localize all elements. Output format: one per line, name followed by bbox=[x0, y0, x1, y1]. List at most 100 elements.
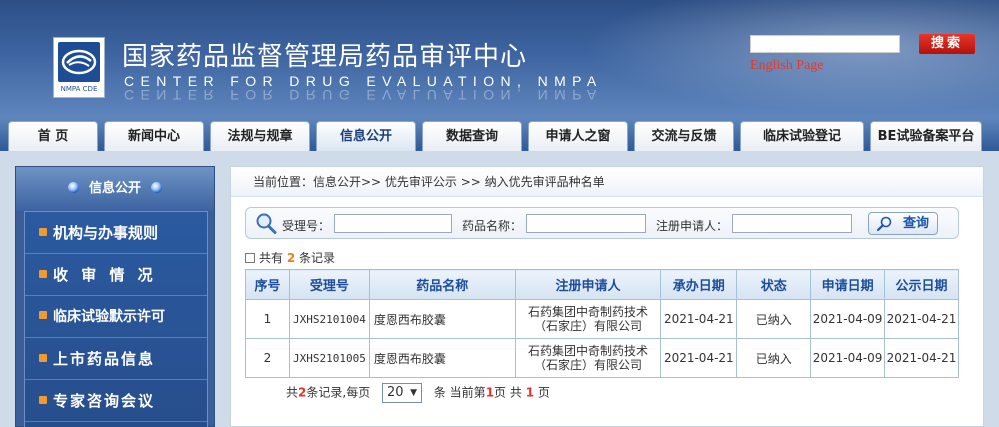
pager-page-mid: 页 共 bbox=[494, 385, 522, 400]
nav-tab-home[interactable]: 首 页 bbox=[8, 121, 98, 151]
site-header: NMPA CDE 国家药品监督管理局药品审评中心 CENTER FOR DRUG… bbox=[0, 0, 999, 118]
applicant-line: （石家庄）有限公司 bbox=[533, 319, 642, 333]
pagination: 共2条记录,每页 20 ▼ 条 当前第1页 共 1 页 bbox=[286, 383, 550, 403]
pager-page-prefix: 条 当前第 bbox=[433, 385, 486, 400]
chevron-down-icon: ▼ bbox=[410, 388, 418, 398]
site-subtitle-reflection: CENTER FOR DRUG EVALUATION, NMPA bbox=[124, 87, 603, 103]
applicant-name: 石药集团中奇制药技术 （石家庄）有限公司 bbox=[514, 299, 662, 339]
logo-emblem-icon bbox=[58, 42, 100, 82]
nav-tab-be-trial-platform[interactable]: BE试验备案平台 bbox=[870, 121, 982, 151]
count-suffix: 条记录 bbox=[299, 251, 336, 265]
row-number: 1 bbox=[245, 299, 290, 339]
accept-number: JXHS2101004 bbox=[288, 299, 370, 339]
search-icon bbox=[876, 216, 892, 232]
column-header: 申请日期 bbox=[810, 269, 886, 300]
sidebar-item-label: 上市药品信息 bbox=[53, 350, 156, 368]
sidebar-item-label: 临床试验默示许可 bbox=[53, 309, 165, 325]
sidebar-item-acceptance-status[interactable]: 收 审 情 况 bbox=[25, 254, 207, 296]
sidebar-item-clinical-trial-permit[interactable]: 临床试验默示许可 bbox=[25, 296, 207, 338]
table-header-row: 序号 受理号 药品名称 注册申请人 承办日期 状态 申请日期 公示日期 bbox=[245, 269, 959, 300]
query-button-label: 查询 bbox=[902, 216, 929, 231]
applicant-input[interactable] bbox=[732, 214, 852, 233]
column-header: 状态 bbox=[736, 269, 812, 300]
column-header: 受理号 bbox=[288, 269, 370, 300]
nav-tab-news[interactable]: 新闻中心 bbox=[104, 121, 204, 151]
drug-name-link[interactable]: 度恩西布胶囊 bbox=[368, 299, 516, 339]
publish-date: 2021-04-21 bbox=[884, 338, 959, 378]
nav-tab-applicant-window[interactable]: 申请人之窗 bbox=[528, 121, 628, 151]
applicant-line: 石药集团中奇制药技术 bbox=[527, 305, 648, 319]
drug-name-label: 药品名称： bbox=[462, 219, 523, 233]
square-bullet-icon bbox=[39, 228, 47, 236]
square-bullet-icon bbox=[39, 270, 47, 278]
column-header: 药品名称 bbox=[368, 269, 516, 300]
nav-tab-regulations[interactable]: 法规与规章 bbox=[210, 121, 310, 151]
nav-tab-info-disclosure[interactable]: 信息公开 bbox=[316, 121, 416, 151]
sidebar-item-institutions[interactable]: 机构与办事规则 bbox=[25, 212, 207, 254]
handle-date: 2021-04-21 bbox=[660, 338, 738, 378]
drug-name-link[interactable]: 度恩西布胶囊 bbox=[368, 338, 516, 378]
status: 已纳入 bbox=[736, 338, 812, 378]
table-row[interactable]: 2 JXHS2101005 度恩西布胶囊 石药集团中奇制药技术 （石家庄）有限公司… bbox=[245, 338, 959, 378]
main-nav: 首 页 新闻中心 法规与规章 信息公开 数据查询 申请人之窗 交流与反馈 临床试… bbox=[0, 118, 999, 151]
status: 已纳入 bbox=[736, 299, 812, 339]
handle-date: 2021-04-21 bbox=[660, 299, 738, 339]
sidebar-heading-label: 信息公开 bbox=[88, 181, 141, 196]
query-button[interactable]: 查询 bbox=[868, 212, 938, 235]
page-size-select[interactable]: 20 ▼ bbox=[382, 383, 423, 403]
column-header: 公示日期 bbox=[884, 269, 959, 300]
column-header: 承办日期 bbox=[660, 269, 738, 300]
sidebar-item-label: 机构与办事规则 bbox=[53, 224, 159, 242]
main-content: 当前位置：信息公开>> 优先审评公示 >> 纳入优先审评品种名单 受理号： 药品… bbox=[230, 166, 984, 427]
logo-tag: NMPA CDE bbox=[60, 85, 98, 93]
nmpa-logo[interactable]: NMPA CDE bbox=[53, 37, 105, 98]
column-header: 注册申请人 bbox=[514, 269, 662, 300]
column-header: 序号 bbox=[245, 269, 290, 300]
sidebar-item-label: 收 审 情 况 bbox=[53, 266, 157, 284]
applicant-line: （石家庄）有限公司 bbox=[533, 358, 642, 372]
pager-total-prefix: 共 bbox=[286, 385, 299, 400]
breadcrumb: 当前位置：信息公开>> 优先审评公示 >> 纳入优先审评品种名单 bbox=[231, 167, 983, 197]
square-bullet-icon bbox=[39, 311, 47, 319]
list-icon bbox=[245, 253, 255, 263]
sidebar-menu: 机构与办事规则 收 审 情 况 临床试验默示许可 上市药品信息 专家咨询会议 bbox=[24, 211, 208, 427]
pager-current-page: 1 bbox=[485, 385, 495, 400]
apply-date: 2021-04-09 bbox=[810, 338, 886, 378]
search-panel: 受理号： 药品名称： 注册申请人： 查询 bbox=[245, 207, 959, 239]
accept-number: JXHS2101005 bbox=[288, 338, 370, 378]
table-row[interactable]: 1 JXHS2101004 度恩西布胶囊 石药集团中奇制药技术 （石家庄）有限公司… bbox=[245, 299, 959, 339]
record-count: 共有 2 条记录 bbox=[245, 249, 335, 266]
english-page-link[interactable]: English Page bbox=[750, 58, 824, 74]
bullet-dot-icon bbox=[67, 182, 79, 193]
nav-tab-feedback[interactable]: 交流与反馈 bbox=[634, 121, 734, 151]
results-table: 序号 受理号 药品名称 注册申请人 承办日期 状态 申请日期 公示日期 1 JX… bbox=[245, 269, 959, 378]
accept-number-input[interactable] bbox=[334, 214, 452, 233]
sidebar-item-label: 专家咨询会议 bbox=[53, 392, 156, 410]
applicant-line: 石药集团中奇制药技术 bbox=[527, 344, 648, 358]
sidebar-item-expert-meetings[interactable]: 专家咨询会议 bbox=[25, 380, 207, 422]
pager-page-suffix: 页 bbox=[537, 385, 550, 400]
magnifier-icon bbox=[256, 213, 277, 234]
square-bullet-icon bbox=[39, 396, 47, 404]
drug-name-input[interactable] bbox=[526, 214, 646, 233]
pager-total-suffix: 条记录,每页 bbox=[306, 385, 371, 400]
pager-total-pages: 1 bbox=[525, 385, 535, 400]
page-size-value: 20 bbox=[387, 385, 404, 400]
site-search-button[interactable]: 搜索 bbox=[919, 34, 975, 54]
count-prefix: 共有 bbox=[259, 251, 284, 265]
site-search-input[interactable] bbox=[750, 35, 900, 53]
sidebar-item-marketed-drugs[interactable]: 上市药品信息 bbox=[25, 338, 207, 380]
publish-date: 2021-04-21 bbox=[884, 299, 959, 339]
row-number: 2 bbox=[245, 338, 290, 378]
square-bullet-icon bbox=[39, 354, 47, 362]
nav-tab-data-query[interactable]: 数据查询 bbox=[422, 121, 522, 151]
sidebar: 信息公开 机构与办事规则 收 审 情 况 临床试验默示许可 上市药品信息 专家咨… bbox=[15, 166, 215, 427]
sidebar-heading: 信息公开 bbox=[16, 167, 214, 211]
bullet-dot-icon bbox=[151, 182, 162, 193]
applicant-name: 石药集团中奇制药技术 （石家庄）有限公司 bbox=[514, 338, 662, 378]
site-title: 国家药品监督管理局药品审评中心 bbox=[122, 42, 528, 72]
nav-tab-clinical-trial-registration[interactable]: 临床试验登记 bbox=[740, 121, 864, 151]
applicant-label: 注册申请人： bbox=[656, 219, 729, 233]
apply-date: 2021-04-09 bbox=[810, 299, 886, 339]
accept-number-label: 受理号： bbox=[282, 219, 331, 233]
